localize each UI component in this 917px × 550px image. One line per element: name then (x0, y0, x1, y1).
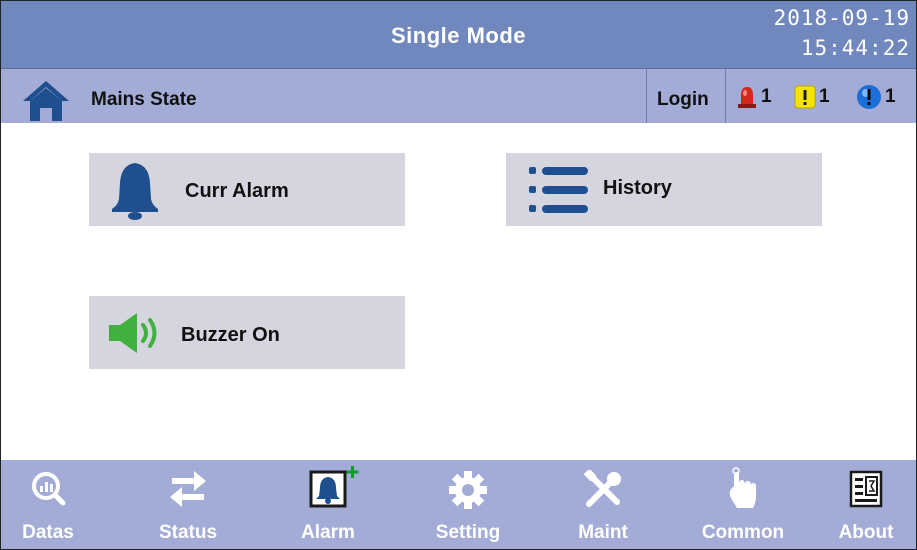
curr-alarm-label: Curr Alarm (185, 180, 289, 202)
critical-alarm-indicator[interactable]: 1 (736, 85, 772, 109)
nav-maint-label: Maint (578, 522, 628, 543)
alarm-bell-icon (309, 466, 359, 508)
bottom-nav: Datas Status Alarm Setting Maint Common … (1, 460, 916, 549)
history-label: History (603, 177, 672, 199)
state-bar: Mains State Login 1 1 1 (1, 68, 916, 123)
nav-about[interactable]: About (816, 460, 916, 549)
magnifier-chart-icon (32, 472, 66, 506)
gear-icon (449, 471, 487, 509)
nav-alarm-label: Alarm (301, 522, 355, 543)
list-icon (529, 167, 588, 213)
info-alarm-indicator[interactable]: 1 (856, 85, 896, 109)
divider (646, 69, 647, 123)
buzzer-label: Buzzer On (181, 324, 280, 346)
buzzer-button[interactable]: Buzzer On (89, 296, 405, 369)
nav-alarm[interactable]: Alarm (278, 460, 378, 549)
nav-datas-label: Datas (22, 522, 74, 543)
history-button[interactable]: History (506, 153, 822, 226)
nav-status-label: Status (158, 522, 218, 543)
speaker-icon (109, 313, 157, 353)
tools-icon (583, 470, 621, 507)
critical-alarm-count: 1 (761, 86, 772, 107)
warning-icon (794, 85, 816, 109)
nav-about-label: About (838, 522, 894, 543)
bell-icon (112, 163, 158, 220)
info-icon (857, 85, 881, 109)
warning-alarm-count: 1 (819, 86, 830, 107)
login-button[interactable]: Login (657, 89, 709, 111)
home-icon[interactable] (21, 79, 71, 121)
siren-icon (738, 87, 756, 108)
info-alarm-count: 1 (885, 86, 896, 107)
mains-state-label: Mains State (91, 89, 197, 110)
nav-common-label: Common (701, 522, 785, 543)
swap-arrows-icon (170, 471, 206, 507)
document-icon (849, 470, 883, 508)
datetime-display: 2018-09-19 15:44:22 (774, 3, 910, 63)
nav-datas[interactable]: Datas (1, 460, 98, 549)
nav-common[interactable]: Common (693, 460, 793, 549)
curr-alarm-button[interactable]: Curr Alarm (89, 153, 405, 226)
warning-alarm-indicator[interactable]: 1 (794, 85, 830, 109)
divider (725, 69, 726, 123)
nav-maint[interactable]: Maint (553, 460, 653, 549)
nav-setting-label: Setting (435, 522, 501, 543)
screen-frame: Single Mode 2018-09-19 15:44:22 Mains St… (0, 0, 917, 550)
time-text: 15:44:22 (800, 36, 910, 60)
nav-status[interactable]: Status (138, 460, 238, 549)
date-text: 2018-09-19 (773, 6, 910, 30)
pointer-hand-icon (729, 467, 757, 508)
nav-setting[interactable]: Setting (418, 460, 518, 549)
title-bar: Single Mode 2018-09-19 15:44:22 (1, 1, 916, 68)
